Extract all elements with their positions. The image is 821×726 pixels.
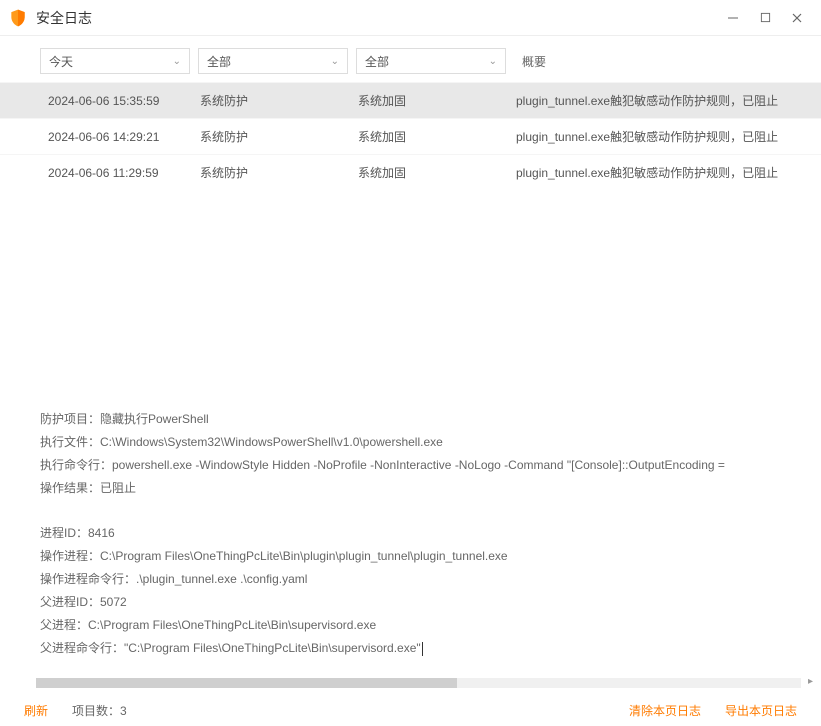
chevron-down-icon: ⌄ [331,56,339,67]
maximize-button[interactable] [749,4,781,32]
detail-line: 执行命令行：powershell.exe -WindowStyle Hidden… [40,454,781,477]
clear-log-link[interactable]: 清除本页日志 [629,702,701,719]
cell-time: 2024-06-06 11:29:59 [0,166,200,180]
detail-line: 操作结果：已阻止 [40,477,781,500]
date-filter-value: 今天 [49,53,73,70]
minimize-button[interactable] [717,4,749,32]
detail-line: 防护项目：隐藏执行PowerShell [40,408,781,431]
text-cursor [422,642,423,656]
subcategory-filter-value: 全部 [365,53,389,70]
detail-line: 父进程命令行："C:\Program Files\OneThingPcLite\… [40,637,781,660]
cell-category: 系统防护 [200,128,358,145]
cell-time: 2024-06-06 14:29:21 [0,130,200,144]
detail-line: 进程ID：8416 [40,522,781,545]
scrollbar-thumb[interactable] [36,678,457,688]
detail-line: 父进程：C:\Program Files\OneThingPcLite\Bin\… [40,614,781,637]
cell-category: 系统防护 [200,92,358,109]
filter-bar: 今天 ⌄ 全部 ⌄ 全部 ⌄ 概要 [0,36,821,82]
detail-line: 执行文件：C:\Windows\System32\WindowsPowerShe… [40,431,781,454]
table-row[interactable]: 2024-06-06 11:29:59 系统防护 系统加固 plugin_tun… [0,154,821,190]
shield-icon [8,8,28,28]
detail-line: 操作进程：C:\Program Files\OneThingPcLite\Bin… [40,545,781,568]
detail-line: 操作进程命令行：.\plugin_tunnel.exe .\config.yam… [40,568,781,591]
cell-subcategory: 系统加固 [358,92,516,109]
table-row[interactable]: 2024-06-06 15:35:59 系统防护 系统加固 plugin_tun… [0,82,821,118]
cell-summary: plugin_tunnel.exe触犯敏感动作防护规则，已阻止 [516,128,821,145]
cell-time: 2024-06-06 15:35:59 [0,94,200,108]
refresh-link[interactable]: 刷新 [24,702,48,719]
window-controls [717,4,813,32]
cell-subcategory: 系统加固 [358,164,516,181]
close-button[interactable] [781,4,813,32]
export-log-link[interactable]: 导出本页日志 [725,702,797,719]
detail-panel: 防护项目：隐藏执行PowerShell 执行文件：C:\Windows\Syst… [0,396,821,660]
footer-bar: 刷新 项目数：3 清除本页日志 导出本页日志 [0,694,821,726]
summary-column-label: 概要 [522,53,546,70]
scrollbar-track[interactable] [36,678,801,688]
table-row[interactable]: 2024-06-06 14:29:21 系统防护 系统加固 plugin_tun… [0,118,821,154]
scroll-right-icon[interactable]: ▸ [808,676,813,687]
detail-text: 父进程命令行："C:\Program Files\OneThingPcLite\… [40,641,421,655]
date-filter[interactable]: 今天 ⌄ [40,48,190,74]
chevron-down-icon: ⌄ [489,56,497,67]
cell-summary: plugin_tunnel.exe触犯敏感动作防护规则，已阻止 [516,164,821,181]
cell-category: 系统防护 [200,164,358,181]
item-count: 项目数：3 [72,702,127,719]
cell-summary: plugin_tunnel.exe触犯敏感动作防护规则，已阻止 [516,92,821,109]
chevron-down-icon: ⌄ [173,56,181,67]
category-filter[interactable]: 全部 ⌄ [198,48,348,74]
category-filter-value: 全部 [207,53,231,70]
window-title: 安全日志 [36,8,717,28]
horizontal-scrollbar[interactable]: ▸ [36,678,801,692]
titlebar: 安全日志 [0,0,821,36]
log-table: 2024-06-06 15:35:59 系统防护 系统加固 plugin_tun… [0,82,821,190]
cell-subcategory: 系统加固 [358,128,516,145]
detail-line: 父进程ID：5072 [40,591,781,614]
subcategory-filter[interactable]: 全部 ⌄ [356,48,506,74]
